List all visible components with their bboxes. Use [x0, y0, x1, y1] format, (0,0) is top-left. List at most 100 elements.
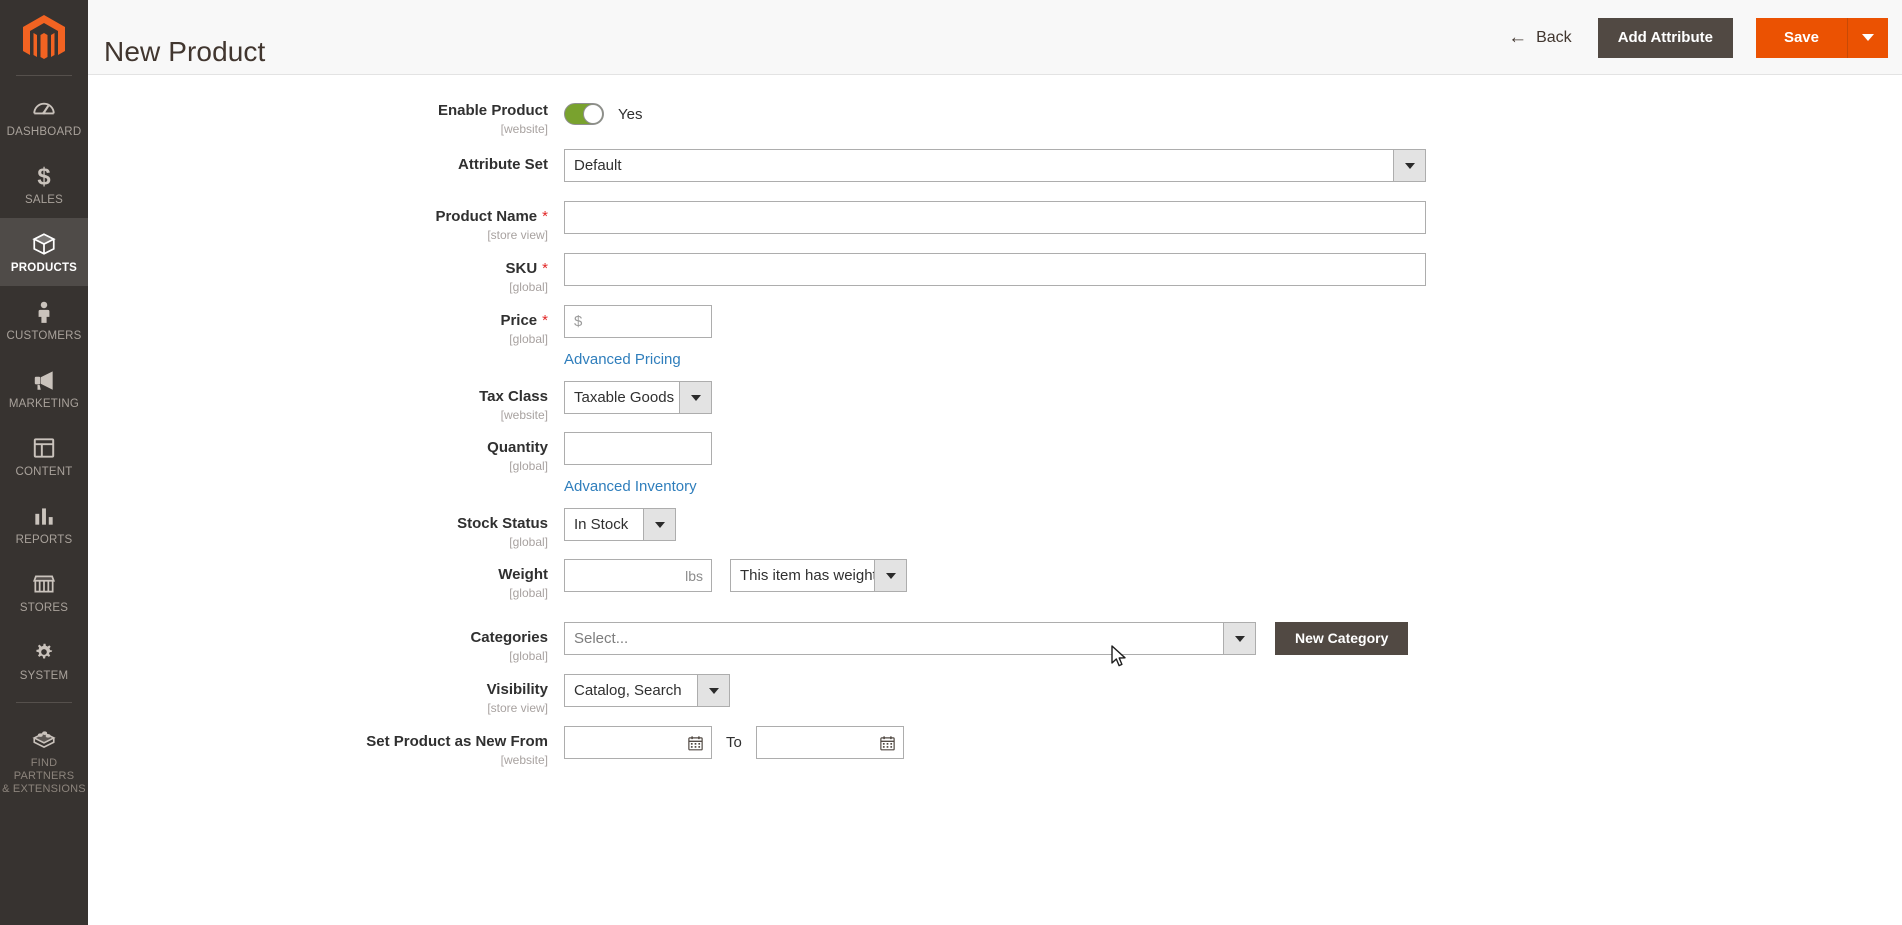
- sidebar-item-stores[interactable]: STORES: [0, 558, 88, 626]
- date-to-wrap: [755, 726, 904, 759]
- sidebar-item-label: CONTENT: [15, 466, 73, 478]
- set-product-new-scope: [website]: [500, 753, 548, 767]
- sku-label: SKU: [505, 260, 538, 277]
- field-control: In Stock: [564, 508, 676, 541]
- back-button[interactable]: ← Back: [1508, 28, 1572, 47]
- field-visibility: Visibility [store view] Catalog, Search: [104, 674, 730, 715]
- magento-logo-link[interactable]: [0, 0, 88, 75]
- add-attribute-button[interactable]: Add Attribute: [1597, 17, 1733, 58]
- required-asterisk: *: [542, 312, 548, 329]
- sidebar-item-label: STORES: [19, 602, 69, 614]
- calendar-icon[interactable]: [879, 734, 896, 751]
- sidebar-item-reports[interactable]: REPORTS: [0, 490, 88, 558]
- sidebar-item-label: SALES: [24, 194, 64, 206]
- field-control: Advanced Inventory: [564, 432, 712, 495]
- field-label: Attribute Set: [104, 149, 564, 174]
- field-label: Price * [global]: [104, 305, 564, 346]
- admin-sidebar: DASHBOARD $ SALES PRODUCTS CUSTOMERS MAR…: [0, 0, 88, 925]
- field-control: To: [564, 726, 904, 759]
- field-control: [564, 201, 1426, 234]
- field-product-name: Product Name * [store view]: [104, 201, 1426, 242]
- storefront-icon: [32, 575, 56, 593]
- sidebar-item-label-line2: & EXTENSIONS: [2, 783, 86, 795]
- field-label: Visibility [store view]: [104, 674, 564, 715]
- caret-down-icon: [885, 572, 896, 579]
- stock-status-value: In Stock: [574, 516, 629, 533]
- sidebar-item-sales[interactable]: $ SALES: [0, 150, 88, 218]
- sidebar-item-label: CUSTOMERS: [6, 330, 82, 342]
- save-dropdown-toggle[interactable]: [1847, 17, 1888, 58]
- sidebar-item-label: SYSTEM: [19, 670, 69, 682]
- magento-logo-icon: [23, 14, 65, 59]
- caret-down-icon: [1862, 34, 1874, 41]
- sidebar-item-marketing[interactable]: MARKETING: [0, 354, 88, 422]
- caret-down-icon: [1234, 635, 1245, 642]
- categories-value: Select...: [574, 630, 629, 647]
- field-price: Price* [global] Advanced Pricing: [104, 305, 712, 368]
- product-name-input[interactable]: [564, 201, 1426, 234]
- tax-class-select[interactable]: Taxable Goods: [564, 381, 712, 414]
- new-category-button[interactable]: New Category: [1275, 622, 1409, 655]
- field-weight: Weight [global] lbs This item has weight: [104, 559, 907, 600]
- dollar-sign-icon: $: [37, 164, 50, 189]
- caret-down-icon: [1404, 162, 1415, 169]
- weight-type-dropdown-toggle[interactable]: [874, 560, 906, 591]
- visibility-dropdown-toggle[interactable]: [697, 675, 729, 706]
- enable-product-state-label: Yes: [618, 105, 643, 123]
- categories-label: Categories: [470, 629, 548, 646]
- field-stock-status: Stock Status [global] In Stock: [104, 508, 676, 549]
- quantity-scope: [global]: [509, 459, 548, 473]
- calendar-icon[interactable]: [687, 734, 704, 751]
- stock-status-dropdown-toggle[interactable]: [643, 509, 675, 540]
- quantity-label: Quantity: [487, 439, 548, 456]
- sidebar-item-find-partners-extensions[interactable]: FIND PARTNERS & EXTENSIONS: [0, 713, 88, 807]
- caret-down-icon: [708, 687, 719, 694]
- header-action-bar: ← Back Add Attribute Save: [1508, 0, 1888, 75]
- field-sku: SKU * [global]: [104, 253, 1426, 294]
- sidebar-divider-bottom: [16, 702, 72, 703]
- field-label: Categories [global]: [104, 622, 564, 663]
- arrow-left-icon: ←: [1508, 27, 1528, 48]
- field-label: Quantity [global]: [104, 432, 564, 473]
- price-scope: [global]: [509, 332, 548, 346]
- sidebar-item-content[interactable]: CONTENT: [0, 422, 88, 490]
- tax-class-scope: [website]: [500, 408, 548, 422]
- field-label: Enable Product [website]: [104, 102, 564, 136]
- categories-dropdown-toggle[interactable]: [1223, 623, 1255, 654]
- categories-scope: [global]: [509, 649, 548, 663]
- sidebar-item-label: REPORTS: [15, 534, 73, 546]
- field-label: Weight [global]: [104, 559, 564, 600]
- field-label: Stock Status [global]: [104, 508, 564, 549]
- page-title: New Product: [104, 35, 266, 67]
- stock-status-select[interactable]: In Stock: [564, 508, 676, 541]
- page-header: New Product ← Back Add Attribute Save: [88, 0, 1902, 75]
- lego-brick-icon: [32, 731, 56, 749]
- enable-product-label: Enable Product: [437, 102, 548, 119]
- date-from-wrap: [564, 726, 712, 759]
- weight-label: Weight: [498, 566, 548, 583]
- sidebar-item-customers[interactable]: CUSTOMERS: [0, 286, 88, 354]
- visibility-scope: [store view]: [487, 701, 548, 715]
- weight-type-select[interactable]: This item has weight: [730, 559, 907, 592]
- weight-input[interactable]: [564, 559, 712, 592]
- visibility-value: Catalog, Search: [574, 682, 682, 699]
- enable-product-scope: [website]: [500, 122, 548, 136]
- field-control: Default: [564, 149, 1426, 182]
- sidebar-item-products[interactable]: PRODUCTS: [0, 218, 88, 286]
- attribute-set-select[interactable]: Default: [564, 149, 1426, 182]
- categories-select[interactable]: Select...: [564, 622, 1256, 655]
- visibility-select[interactable]: Catalog, Search: [564, 674, 730, 707]
- tax-class-dropdown-toggle[interactable]: [679, 382, 711, 413]
- save-button[interactable]: Save: [1755, 17, 1847, 58]
- advanced-inventory-link[interactable]: Advanced Inventory: [564, 478, 712, 495]
- advanced-pricing-link[interactable]: Advanced Pricing: [564, 351, 712, 368]
- price-input[interactable]: [564, 305, 712, 338]
- sidebar-item-label: DASHBOARD: [6, 126, 82, 138]
- quantity-input[interactable]: [564, 432, 712, 465]
- sidebar-item-system[interactable]: SYSTEM: [0, 626, 88, 694]
- attribute-set-dropdown-toggle[interactable]: [1393, 150, 1425, 181]
- enable-product-toggle[interactable]: [564, 103, 604, 125]
- required-asterisk: *: [542, 260, 548, 277]
- sidebar-item-dashboard[interactable]: DASHBOARD: [0, 82, 88, 150]
- sku-input[interactable]: [564, 253, 1426, 286]
